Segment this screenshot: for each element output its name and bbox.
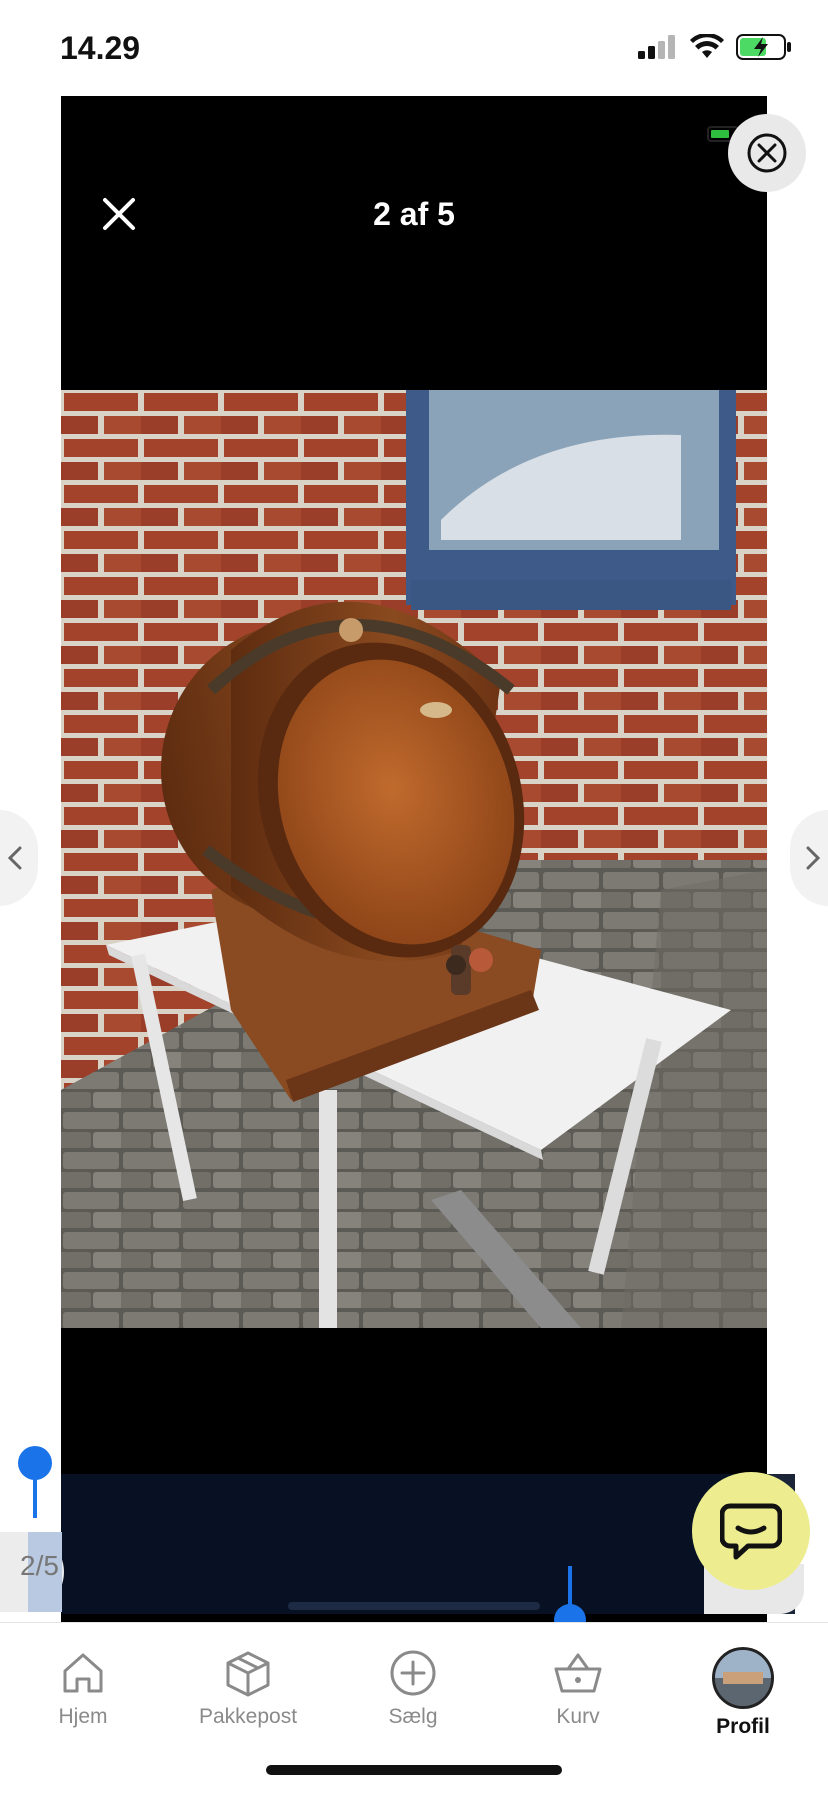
tab-saelg[interactable]: Sælg [348,1647,478,1729]
next-image-button[interactable] [790,810,828,906]
thumbnail-strip [61,1474,795,1614]
tab-pakkepost[interactable]: Pakkepost [183,1647,313,1729]
tab-profil-label: Profil [716,1715,770,1738]
cellular-signal-icon [638,35,675,59]
chevron-right-icon [806,846,820,870]
basket-icon [554,1653,602,1693]
status-icons [638,34,792,60]
scrub-track[interactable] [288,1602,540,1610]
tab-saelg-label: Sælg [388,1705,438,1728]
page-indicator: 2/5 [20,1550,59,1581]
previous-image-button[interactable] [0,810,38,906]
plus-circle-icon [390,1650,436,1696]
selection-handle-start[interactable] [18,1446,52,1480]
dismiss-button[interactable] [728,114,806,192]
tab-home-label: Hjem [58,1705,108,1728]
tab-bar: Hjem Pakkepost Sælg Kurv Profil [0,1622,828,1793]
wifi-icon [690,34,724,58]
selection-handle-line [33,1476,37,1518]
avatar [712,1647,774,1709]
status-bar: 14.29 [0,0,828,96]
tab-kurv-label: Kurv [556,1705,600,1728]
chat-bubble-icon [720,1503,782,1560]
package-icon [226,1651,270,1697]
avatar-photo [715,1650,771,1706]
home-indicator [266,1765,562,1775]
chat-button[interactable] [692,1472,810,1590]
tab-pakkepost-label: Pakkepost [198,1705,298,1728]
photo-viewer: 2 af 5 [61,96,767,1622]
tab-profil[interactable]: Profil [678,1647,808,1739]
image-counter: 2 af 5 [373,196,455,232]
battery-charging-icon [736,34,791,60]
chevron-left-icon [8,846,22,870]
status-time: 14.29 [60,30,141,66]
tab-home[interactable]: Hjem [18,1647,148,1729]
tab-kurv[interactable]: Kurv [513,1647,643,1729]
home-icon [63,1653,103,1693]
product-photo [61,390,767,1328]
close-circle-icon [747,133,787,173]
